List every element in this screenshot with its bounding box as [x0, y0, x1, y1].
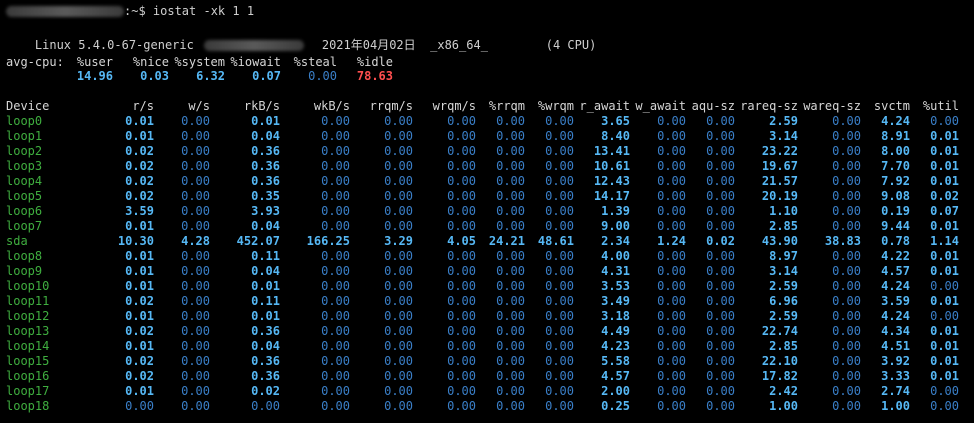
column-header: w/s: [188, 99, 210, 113]
metric-value: 0.36: [251, 324, 280, 338]
metric-value: 0.00: [181, 219, 210, 233]
column-header: Device: [6, 99, 50, 113]
metric-value: 0.01: [930, 264, 959, 278]
metric-value: 4.28: [181, 234, 210, 248]
metric-value: 0.36: [251, 369, 280, 383]
redacted-username: [6, 6, 124, 17]
metric-value: 0.00: [181, 279, 210, 293]
metric-value: 0.00: [181, 189, 210, 203]
metric-value: 0.00: [181, 309, 210, 323]
metric-value: 0.01: [930, 219, 959, 233]
metric-value: 0.11: [251, 294, 280, 308]
report-date: 2021年04月02日: [321, 38, 416, 52]
metric-value: 0.04: [251, 219, 280, 233]
device-name: loop1: [6, 129, 43, 143]
metric-value: 0.00: [181, 384, 210, 398]
device-name: loop5: [6, 189, 43, 203]
metric-value: 0.00: [181, 294, 210, 308]
metric-value: 0.00: [181, 324, 210, 338]
metric-value: 0.00: [181, 159, 210, 173]
metric-value: 0.01: [930, 294, 959, 308]
metric-value: 0.00: [181, 129, 210, 143]
metric-value: 0.00: [181, 204, 210, 218]
kernel-version: Linux 5.4.0-67-generic: [34, 38, 194, 52]
device-name: loop0: [6, 114, 43, 128]
metric-value: 0.00: [181, 399, 210, 413]
device-name: loop12: [6, 309, 50, 323]
device-name: sda: [6, 234, 28, 248]
system-info-line: Linux 5.4.0-67-generic 2021年04月02日 _x86_6…: [6, 23, 596, 52]
cpu-header: %idle: [356, 55, 393, 69]
metric-value: 1.14: [930, 234, 959, 248]
device-name: loop14: [6, 339, 50, 353]
metric-value: 0.00: [181, 264, 210, 278]
metric-value: 0.00: [181, 114, 210, 128]
prompt-command: :~$ iostat -xk 1 1: [124, 4, 255, 18]
device-name: loop7: [6, 219, 43, 233]
metric-value: 0.36: [251, 174, 280, 188]
metric-value: 0.01: [930, 174, 959, 188]
device-name: loop18: [6, 399, 50, 413]
column-header: %util: [922, 99, 959, 113]
column-header: rkB/s: [243, 99, 280, 113]
metric-value: 0.36: [251, 159, 280, 173]
metric-value: 0.04: [251, 264, 280, 278]
command-prompt: :~$ iostat -xk 1 1: [6, 4, 254, 19]
metric-value: 0.35: [251, 189, 280, 203]
device-name: loop10: [6, 279, 50, 293]
redacted-hostname: [203, 40, 304, 51]
device-name: loop8: [6, 249, 43, 263]
metric-value: 452.07: [236, 234, 280, 248]
metric-value: 0.00: [930, 114, 959, 128]
device-name: loop3: [6, 159, 43, 173]
metric-value: 0.36: [251, 354, 280, 368]
metric-value: 0.04: [251, 129, 280, 143]
device-name: loop9: [6, 264, 43, 278]
device-name: loop6: [6, 204, 43, 218]
terminal-window[interactable]: :~$ iostat -xk 1 1 Linux 5.4.0-67-generi…: [0, 0, 974, 423]
metric-value: 0.00: [181, 174, 210, 188]
metric-value: 0.00: [251, 399, 280, 413]
metric-value: 0.00: [181, 339, 210, 353]
arch: _x86_64_: [430, 38, 488, 52]
metric-value: 0.00: [930, 309, 959, 323]
metric-value: 0.11: [251, 249, 280, 263]
metric-value: 0.02: [930, 189, 959, 203]
metric-value: 0.00: [930, 384, 959, 398]
device-name: loop17: [6, 384, 50, 398]
metric-value: 0.01: [930, 339, 959, 353]
metric-value: 0.01: [930, 129, 959, 143]
metric-value: 0.04: [251, 339, 280, 353]
metric-value: 0.00: [181, 354, 210, 368]
cpu-count: (4 CPU): [545, 38, 597, 52]
metric-value: 0.01: [930, 324, 959, 338]
metric-value: 0.36: [251, 144, 280, 158]
metric-value: 0.00: [930, 279, 959, 293]
cpu-value: 78.63: [356, 69, 393, 83]
metric-value: 0.01: [930, 369, 959, 383]
device-name: loop16: [6, 369, 50, 383]
device-name: loop4: [6, 174, 43, 188]
device-name: loop13: [6, 324, 50, 338]
metric-value: 3.93: [251, 204, 280, 218]
metric-value: 0.00: [181, 249, 210, 263]
metric-value: 0.01: [930, 249, 959, 263]
metric-value: 0.02: [251, 384, 280, 398]
metric-value: 0.07: [930, 204, 959, 218]
device-name: loop15: [6, 354, 50, 368]
metric-value: 0.01: [930, 354, 959, 368]
metric-value: 0.00: [181, 369, 210, 383]
metric-value: 0.01: [251, 114, 280, 128]
metric-value: 0.00: [181, 144, 210, 158]
metric-value: 0.00: [930, 399, 959, 413]
metric-value: 0.01: [251, 279, 280, 293]
metric-value: 0.01: [930, 144, 959, 158]
device-name: loop2: [6, 144, 43, 158]
device-name: loop11: [6, 294, 50, 308]
metric-value: 0.01: [930, 159, 959, 173]
metric-value: 0.01: [251, 309, 280, 323]
